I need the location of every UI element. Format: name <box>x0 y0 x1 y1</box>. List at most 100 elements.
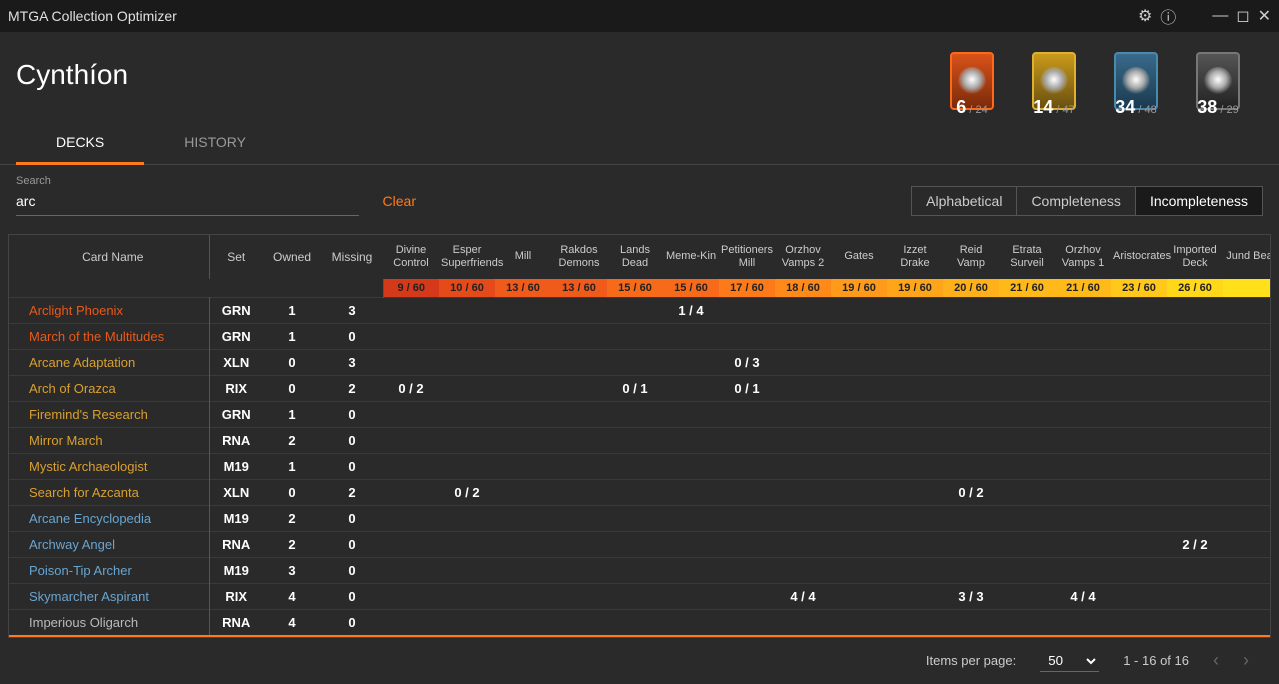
cell-owned: 4 <box>263 583 321 609</box>
next-page-icon[interactable]: › <box>1243 650 1249 671</box>
header-deck[interactable]: Esper Superfriends <box>439 235 495 279</box>
cell-owned: 1 <box>263 453 321 479</box>
card-name[interactable]: Poison-Tip Archer <box>9 557 209 583</box>
deck-cell <box>775 609 831 636</box>
table-row[interactable]: Archway AngelRNA202 / 2 <box>9 531 1271 557</box>
deck-cell <box>1055 557 1111 583</box>
maximize-icon[interactable]: ◻ <box>1236 6 1249 26</box>
deck-cell <box>607 401 663 427</box>
card-name[interactable]: Mirror March <box>9 427 209 453</box>
deck-cell <box>439 609 495 636</box>
deck-cell <box>1167 349 1223 375</box>
table-row[interactable]: Arch of OrazcaRIX020 / 20 / 10 / 1 <box>9 375 1271 401</box>
table-row[interactable]: Search for AzcantaXLN020 / 20 / 2 <box>9 479 1271 505</box>
header-deck[interactable]: Petitioners Mill <box>719 235 775 279</box>
deck-cell <box>831 479 887 505</box>
header-deck[interactable]: Meme-Kin <box>663 235 719 279</box>
gear-icon[interactable]: ⚙ <box>1138 6 1152 26</box>
card-name[interactable]: Arcane Adaptation <box>9 349 209 375</box>
deck-cell <box>383 453 439 479</box>
header-deck[interactable]: Gates <box>831 235 887 279</box>
deck-cell <box>551 297 607 323</box>
cell-set: GRN <box>209 401 263 427</box>
deck-cell <box>439 531 495 557</box>
header-deck[interactable]: Orzhov Vamps 1 <box>1055 235 1111 279</box>
header-deck[interactable]: Izzet Drake <box>887 235 943 279</box>
header-card-name[interactable]: Card Name <box>9 235 209 279</box>
card-name[interactable]: Archway Angel <box>9 531 209 557</box>
clear-button[interactable]: Clear <box>383 193 416 209</box>
sort-completeness[interactable]: Completeness <box>1016 187 1135 215</box>
card-name[interactable]: March of the Multitudes <box>9 323 209 349</box>
card-name[interactable]: Arch of Orazca <box>9 375 209 401</box>
header-deck[interactable]: Etrata Surveil <box>999 235 1055 279</box>
card-name[interactable]: Imperious Oligarch <box>9 609 209 636</box>
table-row[interactable]: March of the MultitudesGRN10 <box>9 323 1271 349</box>
header-deck[interactable]: Jund Beat <box>1223 235 1271 279</box>
deck-cell <box>1111 375 1167 401</box>
deck-cell <box>1167 375 1223 401</box>
deck-cell <box>607 505 663 531</box>
table-row[interactable]: Arcane AdaptationXLN030 / 3 <box>9 349 1271 375</box>
deck-cell <box>551 479 607 505</box>
card-name[interactable]: Firemind's Research <box>9 401 209 427</box>
header-deck[interactable]: Lands Dead <box>607 235 663 279</box>
tab-history[interactable]: HISTORY <box>144 120 286 164</box>
table-row[interactable]: Skymarcher AspirantRIX404 / 43 / 34 / 4 <box>9 583 1271 609</box>
search-input[interactable] <box>16 187 359 216</box>
table-row[interactable]: Imperious OligarchRNA40 <box>9 609 1271 636</box>
header-deck[interactable]: Aristocrates <box>1111 235 1167 279</box>
deck-cell <box>719 557 775 583</box>
deck-cell <box>607 349 663 375</box>
deck-cell <box>999 609 1055 636</box>
deck-cell <box>1111 505 1167 531</box>
deck-cell <box>719 583 775 609</box>
deck-cell <box>1055 349 1111 375</box>
deck-cell <box>1111 323 1167 349</box>
cell-set: RNA <box>209 531 263 557</box>
header-set[interactable]: Set <box>209 235 263 279</box>
card-name[interactable]: Search for Azcanta <box>9 479 209 505</box>
header-deck[interactable]: Orzhov Vamps 2 <box>775 235 831 279</box>
minimize-icon[interactable]: — <box>1212 7 1228 25</box>
header-deck[interactable]: Reid Vamp <box>943 235 999 279</box>
header-owned[interactable]: Owned <box>263 235 321 279</box>
deck-cell <box>663 531 719 557</box>
deck-cell <box>999 583 1055 609</box>
deck-cell <box>775 453 831 479</box>
deck-cell <box>439 583 495 609</box>
table-row[interactable]: Poison-Tip ArcherM1930 <box>9 557 1271 583</box>
sort-alpha[interactable]: Alphabetical <box>912 187 1016 215</box>
card-name[interactable]: Mystic Archaeologist <box>9 453 209 479</box>
prev-page-icon[interactable]: ‹ <box>1213 650 1219 671</box>
card-name[interactable]: Arcane Encyclopedia <box>9 505 209 531</box>
header-deck[interactable]: Imported Deck <box>1167 235 1223 279</box>
cell-owned: 0 <box>263 349 321 375</box>
deck-progress <box>1223 279 1271 297</box>
deck-progress: 17 / 60 <box>719 279 775 297</box>
table-row[interactable]: Arcane EncyclopediaM1920 <box>9 505 1271 531</box>
table-row[interactable]: Arclight PhoenixGRN131 / 4 <box>9 297 1271 323</box>
sort-incompleteness[interactable]: Incompleteness <box>1135 187 1262 215</box>
deck-cell <box>943 609 999 636</box>
deck-cell <box>1055 401 1111 427</box>
deck-cell <box>943 557 999 583</box>
header-deck[interactable]: Mill <box>495 235 551 279</box>
table-row[interactable]: Firemind's ResearchGRN10 <box>9 401 1271 427</box>
info-icon[interactable]: ⓘ <box>1160 4 1176 28</box>
items-per-page-select[interactable]: 50 <box>1040 650 1099 672</box>
deck-cell <box>719 401 775 427</box>
deck-cell <box>383 505 439 531</box>
table-row[interactable]: Mystic ArchaeologistM1910 <box>9 453 1271 479</box>
deck-cell <box>1111 297 1167 323</box>
tab-decks[interactable]: DECKS <box>16 120 144 164</box>
table-row[interactable]: Mirror MarchRNA20 <box>9 427 1271 453</box>
header-deck[interactable]: Divine Control <box>383 235 439 279</box>
close-icon[interactable]: ✕ <box>1258 6 1271 26</box>
card-name[interactable]: Arclight Phoenix <box>9 297 209 323</box>
header-missing[interactable]: Missing <box>321 235 383 279</box>
header-deck[interactable]: Rakdos Demons <box>551 235 607 279</box>
card-name[interactable]: Skymarcher Aspirant <box>9 583 209 609</box>
deck-cell <box>719 531 775 557</box>
deck-cell <box>383 297 439 323</box>
